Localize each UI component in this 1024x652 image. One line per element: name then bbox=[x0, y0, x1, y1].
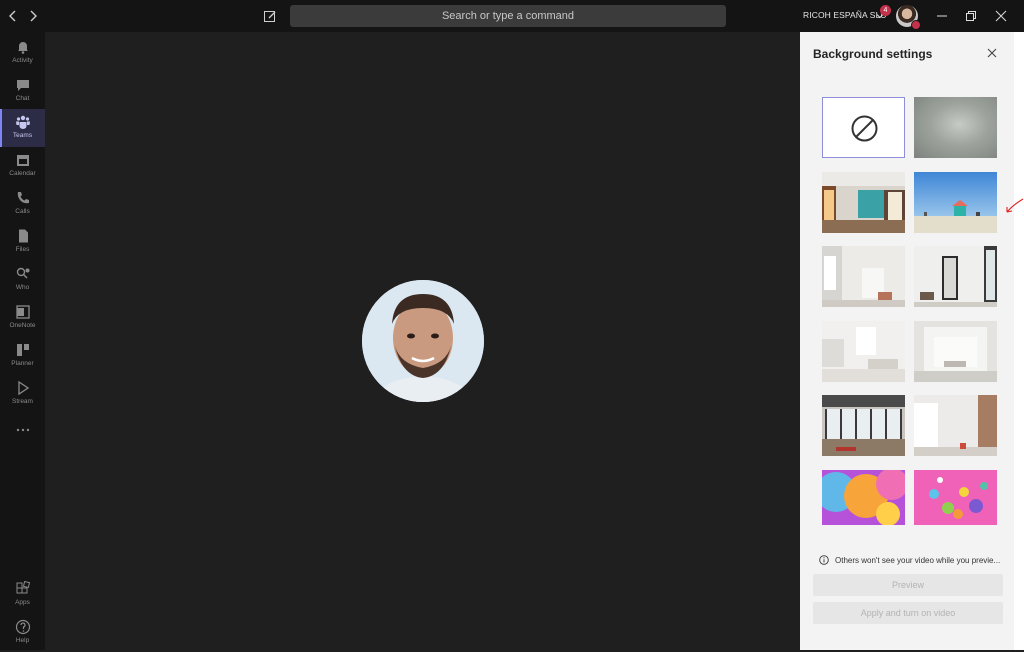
white-loft-mirror-image bbox=[914, 246, 997, 307]
background-orange-balloons-option[interactable] bbox=[822, 470, 905, 531]
rail-item-label: OneNote bbox=[9, 322, 36, 329]
onenote-icon bbox=[15, 305, 30, 319]
white-room-image bbox=[822, 246, 905, 307]
rail-item-onenote[interactable]: OneNote bbox=[0, 299, 45, 337]
background-blur-option[interactable] bbox=[914, 97, 997, 158]
rail-item-label: Planner bbox=[11, 360, 34, 367]
apps-icon bbox=[16, 581, 30, 594]
back-arrow-icon[interactable] bbox=[6, 9, 20, 23]
bell-icon bbox=[17, 42, 28, 54]
rail-item-activity[interactable]: Activity bbox=[0, 34, 45, 72]
files-icon bbox=[18, 229, 28, 243]
rail-item-planner[interactable]: Planner bbox=[0, 337, 45, 375]
rail-item-label: Calendar bbox=[9, 170, 36, 177]
more-icon bbox=[16, 428, 29, 432]
teams-icon bbox=[15, 115, 30, 129]
background-office-loft-option[interactable] bbox=[822, 172, 905, 233]
phone-icon bbox=[17, 192, 29, 204]
rail-item-calendar[interactable]: Calendar bbox=[0, 147, 45, 185]
title-bar: Search or type a command RICOH ESPAÑA SL… bbox=[0, 0, 1024, 32]
rail-item-files[interactable]: Files bbox=[0, 223, 45, 261]
rail-item-label: Teams bbox=[12, 132, 33, 139]
white-wall-image bbox=[914, 395, 997, 456]
office-loft-image bbox=[822, 172, 905, 233]
industrial-office-image bbox=[822, 395, 905, 456]
rail-item-label: Help bbox=[15, 637, 30, 644]
chat-icon bbox=[16, 80, 29, 91]
preview-notice: Others won't see your video while you pr… bbox=[835, 556, 1001, 565]
background-industrial-office-option[interactable] bbox=[822, 395, 905, 456]
forward-arrow-icon[interactable] bbox=[26, 9, 40, 23]
orange-balloons-image bbox=[822, 470, 905, 526]
rail-item-label: Chat bbox=[15, 95, 30, 102]
presence-status-dot bbox=[911, 20, 921, 30]
user-avatar bbox=[362, 280, 484, 402]
notification-badge: 4 bbox=[880, 5, 891, 16]
rail-item-label: Calls bbox=[15, 208, 30, 215]
rail-item-help[interactable]: Help bbox=[0, 614, 45, 652]
rail-item-teams[interactable]: Teams bbox=[0, 109, 45, 147]
calendar-icon bbox=[16, 155, 29, 166]
panel-title: Background settings bbox=[813, 47, 933, 61]
restore-icon[interactable] bbox=[965, 10, 977, 22]
app-rail: Activity Chat Teams Calendar Calls Files… bbox=[0, 32, 45, 650]
window-edge bbox=[1014, 32, 1024, 650]
background-beach-option[interactable] bbox=[914, 172, 997, 233]
background-white-studio-option[interactable] bbox=[822, 321, 905, 382]
compose-icon[interactable] bbox=[263, 9, 277, 23]
background-white-wall-option[interactable] bbox=[914, 395, 997, 456]
background-white-arch-option[interactable] bbox=[914, 321, 997, 382]
rail-item-chat[interactable]: Chat bbox=[0, 72, 45, 110]
help-icon bbox=[15, 619, 30, 635]
rail-item-calls[interactable]: Calls bbox=[0, 185, 45, 223]
close-icon[interactable] bbox=[987, 48, 997, 58]
who-icon bbox=[16, 267, 29, 279]
rail-item-apps[interactable]: Apps bbox=[0, 576, 45, 614]
user-photo bbox=[362, 280, 484, 402]
rail-item-label: Who bbox=[15, 284, 30, 291]
white-studio-image bbox=[822, 321, 905, 382]
apply-and-turn-on-video-button[interactable]: Apply and turn on video bbox=[813, 602, 1003, 624]
background-settings-panel: Background settings Others won't see you… bbox=[800, 32, 1014, 650]
rail-item-label: Activity bbox=[12, 57, 33, 64]
preview-button[interactable]: Preview bbox=[813, 574, 1003, 596]
more-apps-button[interactable] bbox=[0, 417, 45, 441]
background-pink-balloons-option[interactable] bbox=[914, 470, 997, 531]
rail-item-label: Apps bbox=[15, 599, 30, 606]
no-background-icon bbox=[851, 115, 878, 142]
stream-icon bbox=[17, 380, 29, 396]
beach-image bbox=[914, 172, 997, 233]
info-icon bbox=[819, 555, 829, 565]
planner-icon bbox=[16, 344, 29, 356]
annotation-arrow-icon bbox=[1006, 198, 1024, 213]
white-arch-image bbox=[914, 321, 997, 382]
background-none-option[interactable] bbox=[822, 97, 905, 158]
rail-item-who[interactable]: Who bbox=[0, 261, 45, 299]
org-switcher[interactable]: RICOH ESPAÑA SLU bbox=[803, 10, 887, 20]
background-white-loft-mirror-option[interactable] bbox=[914, 246, 997, 307]
pink-balloons-image bbox=[914, 470, 997, 525]
background-white-room-option[interactable] bbox=[822, 246, 905, 307]
rail-item-label: Stream bbox=[12, 398, 33, 405]
search-input[interactable]: Search or type a command bbox=[290, 5, 726, 27]
rail-item-label: Files bbox=[15, 246, 30, 253]
minimize-icon[interactable] bbox=[936, 10, 948, 22]
close-icon[interactable] bbox=[995, 10, 1007, 22]
rail-item-stream[interactable]: Stream bbox=[0, 375, 45, 413]
